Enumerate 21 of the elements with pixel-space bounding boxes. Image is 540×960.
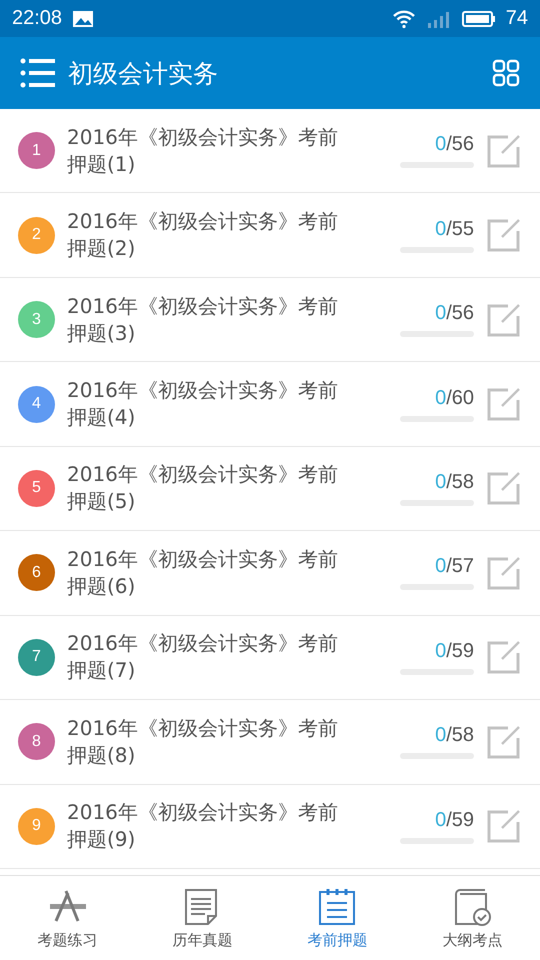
status-time: 22:08 [12,7,62,30]
progress-count: 0/59 [435,808,474,832]
number-badge: 3 [18,301,55,338]
number-badge: 6 [18,554,55,592]
number-badge: 9 [18,808,55,845]
progress-count: 0/57 [435,555,474,578]
progress-count: 0/59 [435,640,474,663]
progress-count: 0/60 [435,386,474,410]
number-badge: 4 [18,386,55,423]
progress-count: 0/56 [435,133,474,156]
app-title: 初级会计实务 [68,58,218,90]
progress-count: 0/58 [435,724,474,748]
number-badge: 1 [18,132,55,170]
number-badge: 7 [18,638,55,676]
number-badge: 5 [18,470,55,507]
number-badge: 2 [18,216,55,254]
progress-count: 0/56 [435,302,474,326]
number-badge: 8 [18,723,55,760]
progress-count: 0/58 [435,470,474,494]
progress-count: 0/55 [435,218,474,241]
battery-level: 74 [506,7,528,30]
